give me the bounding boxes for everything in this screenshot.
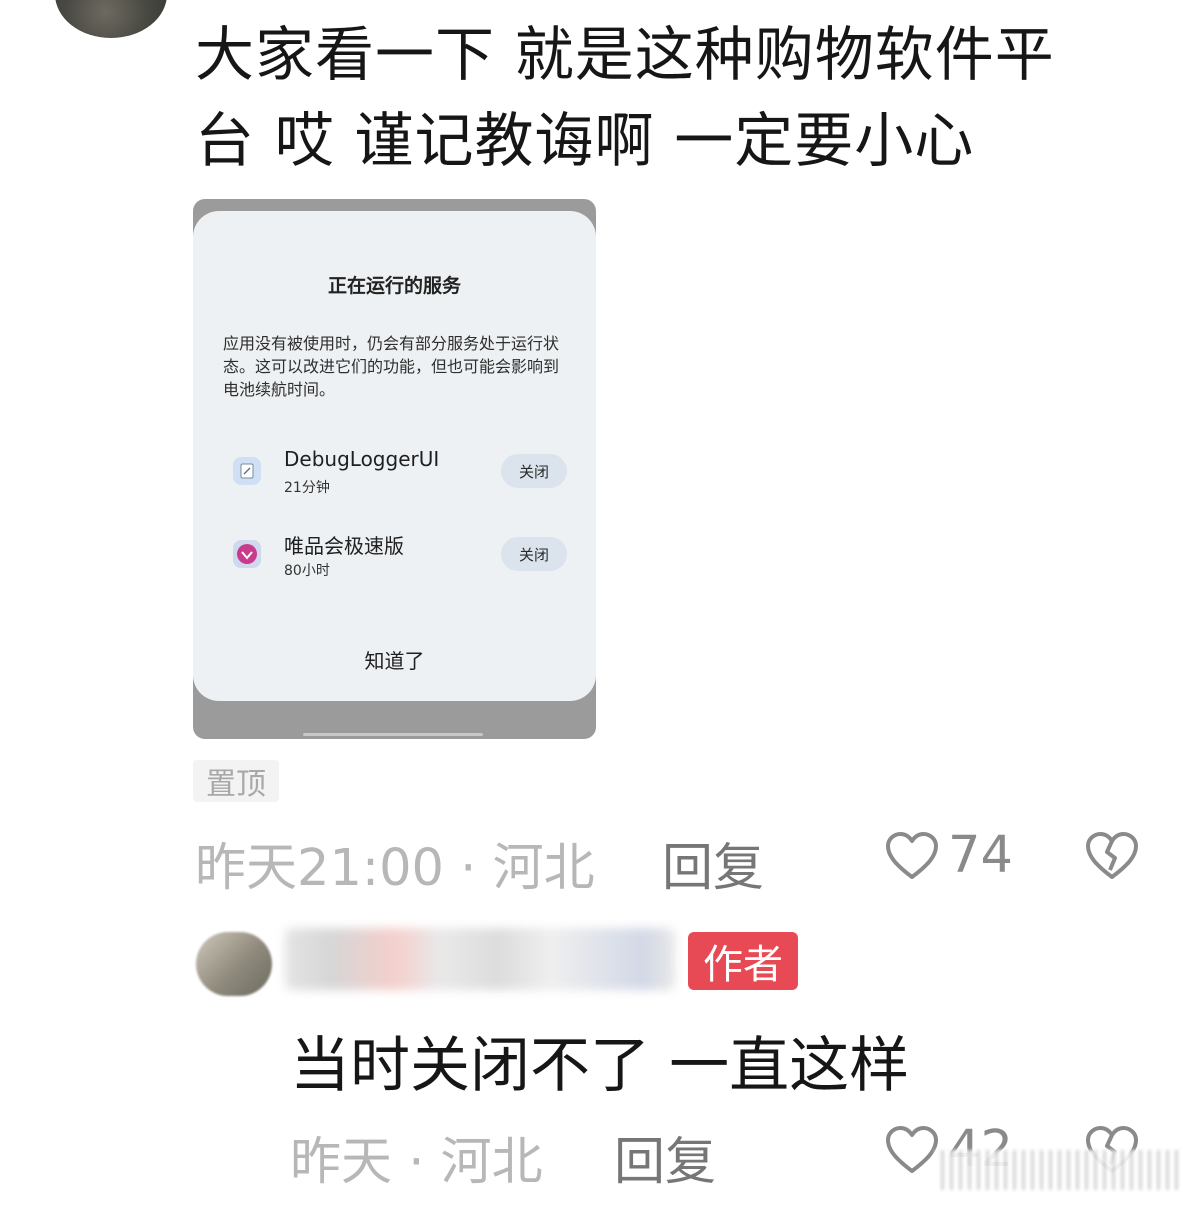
service-name: DebugLoggerUI bbox=[284, 447, 440, 471]
got-it-button[interactable]: 知道了 bbox=[293, 641, 496, 677]
reply-text: 当时关闭不了 一直这样 bbox=[290, 1031, 910, 1101]
reply-button[interactable]: 回复 bbox=[662, 826, 764, 900]
comment-image[interactable]: 正在运行的服务 应用没有被使用时，仍会有部分服务处于运行状态。这可以改进它们的功… bbox=[193, 199, 596, 739]
heart-outline-icon[interactable] bbox=[884, 830, 940, 886]
pinned-tag: 置顶 bbox=[193, 760, 279, 802]
debug-logger-icon bbox=[233, 457, 261, 485]
comment-line-1: 大家看一下 就是这种购物软件平 bbox=[195, 20, 1055, 89]
service-name: 唯品会极速版 bbox=[284, 534, 404, 558]
like-count: 74 bbox=[948, 826, 1013, 885]
dialog-description: 应用没有被使用时，仍会有部分服务处于运行状态。这可以改进它们的功能，但也可能会影… bbox=[223, 334, 560, 399]
service-time: 80小时 bbox=[284, 563, 330, 579]
comment-line-2: 台 哎 谨记教诲啊 一定要小心 bbox=[195, 106, 975, 175]
dialog-title: 正在运行的服务 bbox=[327, 275, 461, 297]
close-service-button[interactable]: 关闭 bbox=[501, 454, 567, 488]
home-indicator bbox=[303, 733, 483, 736]
commenter-avatar[interactable] bbox=[55, 0, 167, 38]
reply-button[interactable]: 回复 bbox=[614, 1120, 716, 1194]
heart-outline-icon[interactable] bbox=[884, 1124, 940, 1180]
broken-heart-icon[interactable] bbox=[1084, 830, 1140, 886]
reply-time-location: 昨天 · 河北 bbox=[290, 1133, 543, 1192]
service-time: 21分钟 bbox=[284, 480, 330, 496]
author-name-blurred[interactable] bbox=[285, 928, 675, 990]
comment-text: 大家看一下 就是这种购物软件平 台 哎 谨记教诲啊 一定要小心 bbox=[195, 12, 1155, 184]
watermark-overlay bbox=[935, 1150, 1180, 1190]
comment-time-location: 昨天21:00 · 河北 bbox=[195, 839, 595, 898]
running-services-dialog: 正在运行的服务 应用没有被使用时，仍会有部分服务处于运行状态。这可以改进它们的功… bbox=[193, 211, 596, 701]
author-badge: 作者 bbox=[688, 932, 798, 990]
author-avatar[interactable] bbox=[196, 932, 272, 996]
vipshop-icon bbox=[233, 540, 261, 568]
close-service-button[interactable]: 关闭 bbox=[501, 537, 567, 571]
